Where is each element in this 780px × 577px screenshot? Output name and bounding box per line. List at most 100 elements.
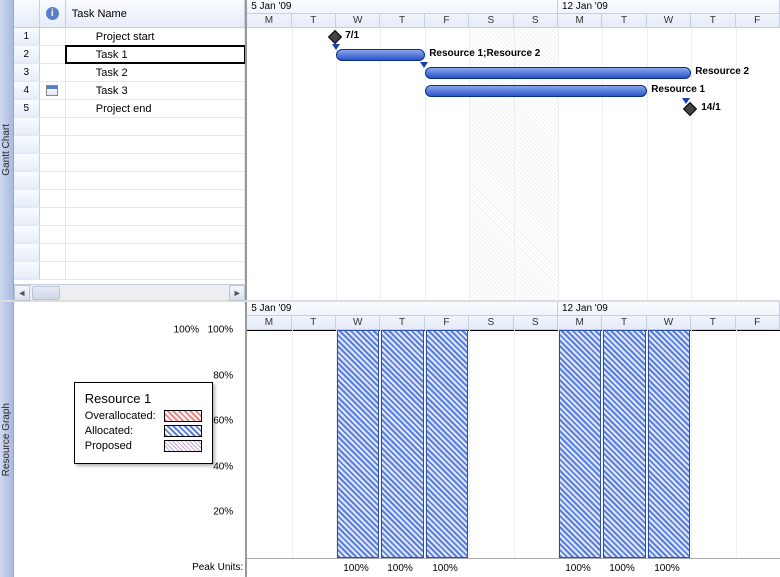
task-bar[interactable] [425, 67, 691, 79]
week-header: 5 Jan '09 [247, 0, 558, 13]
row-number: 1 [14, 28, 40, 45]
day-header: T [292, 316, 336, 329]
grid-horizontal-scrollbar[interactable]: ◄ ► [14, 284, 245, 300]
row-number: 5 [14, 100, 40, 117]
row-indicator [40, 100, 66, 117]
day-header: T [380, 316, 424, 329]
table-row-empty[interactable] [14, 244, 245, 262]
row-number: 2 [14, 46, 40, 63]
table-row[interactable]: 1 Project start [14, 28, 245, 46]
table-row[interactable]: 4 Task 3 [14, 82, 245, 100]
resource-graph-tab[interactable]: Resource Graph [0, 302, 14, 577]
peak-value: 100% [654, 563, 680, 574]
week-header: 5 Jan '09 [247, 302, 558, 315]
link-arrow-icon [420, 62, 428, 68]
y-tick: 20% [213, 507, 233, 518]
table-row-empty[interactable] [14, 226, 245, 244]
legend-swatch-allocated [164, 425, 202, 437]
day-header: T [292, 14, 336, 27]
row-indicator [40, 46, 66, 63]
row-indicator [40, 64, 66, 81]
task-bar[interactable] [425, 85, 647, 97]
day-header: W [336, 316, 380, 329]
task-name-cell[interactable]: Project end [66, 100, 245, 117]
row-number: 4 [14, 82, 40, 99]
gantt-row: Resource 2 [247, 64, 780, 82]
row-number: 3 [14, 64, 40, 81]
day-header: S [514, 316, 558, 329]
week-header: 12 Jan '09 [558, 302, 780, 315]
allocation-bar[interactable] [337, 330, 379, 558]
legend-swatch-proposed [164, 440, 202, 452]
allocation-bar[interactable] [603, 330, 645, 558]
milestone-end[interactable] [683, 102, 697, 116]
day-header: W [336, 14, 380, 27]
task-bar-label: Resource 2 [695, 66, 749, 77]
day-header: F [425, 14, 469, 27]
info-column-header[interactable]: i [40, 0, 66, 27]
gantt-tab[interactable]: Gantt Chart [0, 0, 14, 300]
calendar-icon [46, 85, 58, 96]
task-name-cell[interactable]: Task 2 [66, 64, 245, 81]
y-tick: 80% [213, 370, 233, 381]
task-name-cell[interactable]: Task 3 [66, 82, 245, 99]
legend-swatch-overallocated [164, 410, 202, 422]
allocation-bar[interactable] [648, 330, 690, 558]
timeline-header: 5 Jan '09 12 Jan '09 M T W T F S S M T W… [247, 0, 780, 28]
table-row-empty[interactable] [14, 136, 245, 154]
day-header: F [425, 316, 469, 329]
peak-value: 100% [565, 563, 591, 574]
table-row-empty[interactable] [14, 262, 245, 280]
resource-chart[interactable]: 100% 80% 60% 40% 20% [247, 330, 780, 559]
allocation-bar[interactable] [559, 330, 601, 558]
task-bar-label: Resource 1 [651, 84, 705, 95]
table-row-empty[interactable] [14, 172, 245, 190]
day-header: W [647, 14, 691, 27]
milestone-label: 7/1 [345, 30, 359, 41]
resource-legend-pane: Resource 1 Overallocated: Allocated: Pro… [14, 302, 247, 577]
peak-value: 100% [387, 563, 413, 574]
scroll-thumb[interactable] [32, 286, 60, 300]
milestone-start[interactable] [328, 30, 342, 44]
table-row[interactable]: 5 Project end [14, 100, 245, 118]
row-indicator [40, 82, 66, 99]
day-header: T [602, 14, 646, 27]
allocation-bar[interactable] [426, 330, 468, 558]
table-row-empty[interactable] [14, 154, 245, 172]
table-row-empty[interactable] [14, 208, 245, 226]
day-header: S [469, 316, 513, 329]
link-arrow-icon [332, 44, 340, 50]
legend-box: Resource 1 Overallocated: Allocated: Pro… [74, 382, 213, 464]
gantt-chart[interactable]: 5 Jan '09 12 Jan '09 M T W T F S S M T W… [247, 0, 780, 300]
peak-units-row: Peak Units: 100% 100% 100% 100% 100% 100… [247, 559, 780, 577]
gantt-row: Resource 1;Resource 2 [247, 46, 780, 64]
gantt-row: 14/1 [247, 100, 780, 118]
task-name-cell[interactable]: Project start [66, 28, 245, 45]
scroll-right-icon[interactable]: ► [229, 285, 245, 301]
task-name-cell[interactable]: Task 1 [66, 46, 245, 63]
day-header: M [247, 14, 291, 27]
table-row[interactable]: 2 Task 1 [14, 46, 245, 64]
task-bar[interactable] [336, 49, 425, 61]
allocation-bar[interactable] [381, 330, 423, 558]
day-header: S [469, 14, 513, 27]
table-row-empty[interactable] [14, 118, 245, 136]
link-arrow-icon [682, 98, 690, 104]
task-name-column-header[interactable]: Task Name [66, 0, 245, 27]
y-tick: 60% [213, 416, 233, 427]
legend-label: Overallocated: [85, 410, 156, 422]
legend-label: Allocated: [85, 425, 133, 437]
legend-label: Proposed [85, 440, 132, 452]
grid-header: i Task Name [14, 0, 245, 28]
y-tick: 100% [208, 325, 234, 336]
table-row[interactable]: 3 Task 2 [14, 64, 245, 82]
rg-timeline-header: 5 Jan '09 12 Jan '09 M T W T F S S M T W… [247, 302, 780, 330]
day-header: M [247, 316, 291, 329]
day-header: W [647, 316, 691, 329]
table-row-empty[interactable] [14, 190, 245, 208]
scroll-left-icon[interactable]: ◄ [14, 285, 30, 301]
peak-value: 100% [343, 563, 369, 574]
day-header: M [558, 14, 602, 27]
gantt-row: 7/1 [247, 28, 780, 46]
row-indicator [40, 28, 66, 45]
